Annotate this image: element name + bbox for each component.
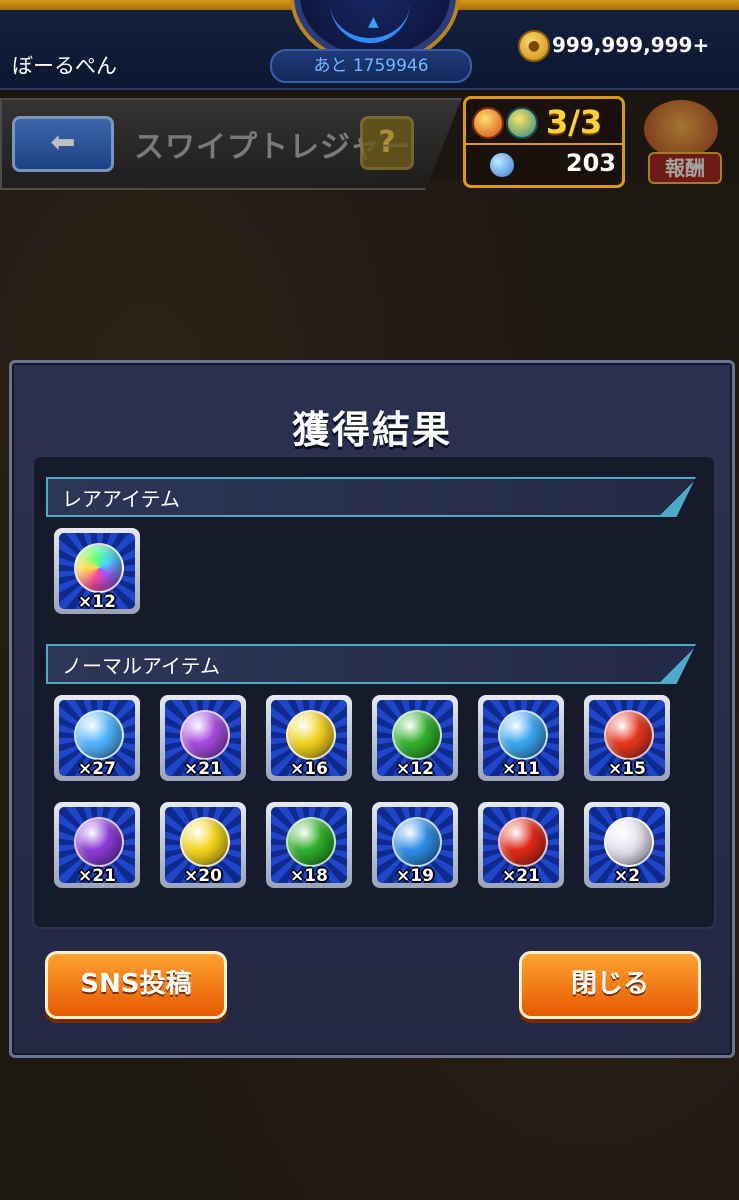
top-gold-strip-right [449, 0, 739, 10]
wood-crystal-icon [392, 710, 442, 760]
coin-balance: 999,999,999+ [552, 33, 710, 57]
results-panel: レアアイテム ×12 ノーマルアイテム ×27 ×21 ×16 ×12 ×11 ×15 ×… [32, 455, 716, 929]
item-quantity: ×11 [502, 759, 540, 779]
rare-section-header: レアアイテム [46, 477, 696, 517]
help-button[interactable]: ? [360, 116, 414, 170]
username: ぼーるぺん [12, 54, 117, 78]
sns-post-button[interactable]: SNS投稿 [45, 951, 227, 1019]
gem-count: 203 [565, 149, 616, 177]
orb-marker-icon: ▲ [368, 14, 379, 30]
section-corner [660, 479, 696, 515]
remaining-counter: あと 1759946 [270, 49, 472, 83]
dark-orb-icon [74, 817, 124, 867]
item-quantity: ×15 [608, 759, 646, 779]
item-quantity: ×21 [184, 759, 222, 779]
red-ball-icon [472, 107, 504, 139]
item-quantity: ×18 [290, 866, 328, 886]
item-card[interactable]: ×21 [54, 802, 140, 888]
item-quantity: ×20 [184, 866, 222, 886]
close-button[interactable]: 閉じる [519, 951, 701, 1019]
item-card[interactable]: ×12 [372, 695, 458, 781]
water-crystal-icon [498, 710, 548, 760]
item-quantity: ×12 [78, 592, 116, 612]
reward-mascot-icon [644, 100, 718, 158]
stats-divider [466, 143, 622, 145]
water-orb-icon [392, 817, 442, 867]
rainbow-orb-icon [74, 543, 124, 593]
light-orb-icon [180, 817, 230, 867]
item-quantity: ×2 [613, 866, 641, 886]
fire-crystal-icon [604, 710, 654, 760]
normal-section-label: ノーマルアイテム [62, 654, 220, 678]
section-corner [660, 646, 696, 682]
item-quantity: ×12 [396, 759, 434, 779]
water-crystal-icon [74, 710, 124, 760]
rainbow-feather-orb-icon [604, 817, 654, 867]
item-card[interactable]: ×18 [266, 802, 352, 888]
item-card[interactable]: ×15 [584, 695, 670, 781]
reward-button[interactable]: 報酬 [634, 96, 739, 188]
item-card[interactable]: ×2 [584, 802, 670, 888]
reward-label: 報酬 [648, 152, 722, 184]
treasure-stats: 3/3 203 [463, 96, 625, 188]
item-card[interactable]: ×27 [54, 695, 140, 781]
item-card[interactable]: ×21 [478, 802, 564, 888]
item-quantity: ×19 [396, 866, 434, 886]
dark-crystal-icon [180, 710, 230, 760]
light-crystal-icon [286, 710, 336, 760]
gem-icon [490, 153, 514, 177]
blue-ball-icon [506, 107, 538, 139]
item-quantity: ×21 [502, 866, 540, 886]
fire-orb-icon [498, 817, 548, 867]
item-quantity: ×16 [290, 759, 328, 779]
item-card[interactable]: ×12 [54, 528, 140, 614]
wood-orb-icon [286, 817, 336, 867]
top-bar: ▲ ぼーるぺん あと 1759946 ● 999,999,999+ [0, 0, 739, 90]
top-gold-strip-left [0, 0, 300, 10]
back-button[interactable]: ⬅ [12, 116, 114, 172]
item-quantity: ×27 [78, 759, 116, 779]
normal-section-header: ノーマルアイテム [46, 644, 696, 684]
results-modal: 獲得結果 レアアイテム ×12 ノーマルアイテム ×27 ×21 ×16 ×12 ×11… [9, 360, 735, 1058]
item-card[interactable]: ×16 [266, 695, 352, 781]
attempts-count: 3/3 [546, 103, 603, 141]
coin-icon: ● [518, 30, 550, 62]
rare-section-label: レアアイテム [62, 487, 180, 511]
item-card[interactable]: ×11 [478, 695, 564, 781]
modal-title: 獲得結果 [291, 408, 452, 452]
item-quantity: ×21 [78, 866, 116, 886]
item-card[interactable]: ×19 [372, 802, 458, 888]
item-card[interactable]: ×21 [160, 695, 246, 781]
item-card[interactable]: ×20 [160, 802, 246, 888]
